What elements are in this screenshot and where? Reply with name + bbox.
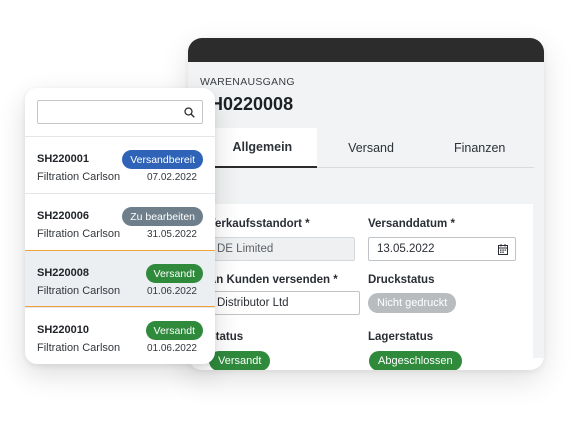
stock-status-badge: Abgeschlossen bbox=[369, 351, 462, 370]
document-number-title: H0220008 bbox=[210, 94, 294, 114]
window-titlebar bbox=[188, 38, 544, 62]
shipment-id: SH220008 bbox=[37, 267, 89, 279]
shipment-id: SH220006 bbox=[37, 210, 89, 222]
list-item[interactable]: SH220010 Versandt Filtration Carlson 01.… bbox=[25, 307, 215, 364]
status-badge: Versandt bbox=[145, 321, 203, 340]
shipment-id: SH220010 bbox=[37, 324, 89, 336]
list-item[interactable]: SH220006 Zu bearbeiten Filtration Carlso… bbox=[25, 193, 215, 250]
shipment-list-window: SH220001 Versandbereit Filtration Carlso… bbox=[25, 88, 215, 364]
print-status-badge: Nicht gedruckt bbox=[368, 293, 457, 313]
status-badge: Versandt bbox=[209, 351, 271, 370]
ship-to-customer-field[interactable]: Distributor Ltd bbox=[208, 291, 360, 315]
print-status-label: Druckstatus bbox=[368, 274, 435, 286]
tab-versand[interactable]: Versand bbox=[317, 128, 426, 167]
sales-location-field: DE Limited bbox=[208, 237, 355, 261]
tab-finanzen[interactable]: Finanzen bbox=[425, 128, 534, 167]
list-item-selected[interactable]: SH220008 Versandt Filtration Carlson 01.… bbox=[25, 250, 215, 307]
stock-status-label: Lagerstatus bbox=[368, 331, 434, 343]
shipment-date: 01.06.2022 bbox=[146, 286, 197, 297]
calendar-icon[interactable] bbox=[498, 244, 508, 255]
search-input[interactable] bbox=[38, 101, 178, 123]
ship-date-field[interactable]: 13.05.2022 bbox=[368, 237, 516, 261]
customer-name: Filtration Carlson bbox=[37, 171, 121, 183]
ship-to-customer-label: An Kunden versenden * bbox=[208, 274, 338, 286]
general-form: Verkaufsstandort * DE Limited Versanddat… bbox=[208, 204, 533, 370]
ship-date-value: 13.05.2022 bbox=[377, 243, 435, 255]
status-badge: Versandt bbox=[145, 264, 203, 283]
status-badge: Zu bearbeiten bbox=[122, 207, 203, 226]
search-icon[interactable] bbox=[184, 107, 195, 118]
shipment-date: 01.06.2022 bbox=[146, 343, 197, 354]
document-type-label: WARENAUSGANG bbox=[200, 76, 295, 88]
tab-allgemein[interactable]: Allgemein bbox=[208, 128, 317, 168]
customer-name: Filtration Carlson bbox=[37, 342, 121, 354]
shipment-date: 07.02.2022 bbox=[146, 172, 197, 183]
shipment-id: SH220001 bbox=[37, 153, 89, 165]
shipment-detail-window: WARENAUSGANG H0220008 Allgemein Versand … bbox=[188, 38, 544, 370]
shipment-date: 31.05.2022 bbox=[146, 229, 197, 240]
customer-name: Filtration Carlson bbox=[37, 285, 121, 297]
shipment-detail-panel: WARENAUSGANG H0220008 Allgemein Versand … bbox=[188, 62, 544, 370]
sales-location-label: Verkaufsstandort * bbox=[208, 218, 310, 230]
status-badge: Versandbereit bbox=[122, 150, 203, 169]
ship-date-label: Versanddatum * bbox=[368, 218, 455, 230]
detail-tabs: Allgemein Versand Finanzen bbox=[208, 128, 534, 168]
search-box[interactable] bbox=[37, 100, 203, 124]
customer-name: Filtration Carlson bbox=[37, 228, 121, 240]
list-item[interactable]: SH220001 Versandbereit Filtration Carlso… bbox=[25, 136, 215, 193]
